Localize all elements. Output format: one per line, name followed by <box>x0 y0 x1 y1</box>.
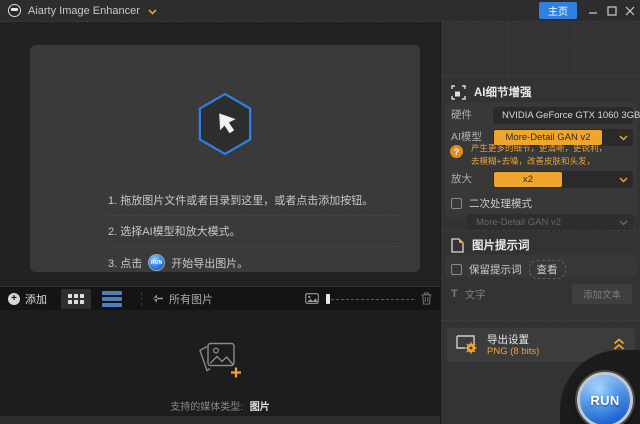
keep-prompt-label: 保留提示词 <box>469 262 522 277</box>
section-separator <box>441 320 640 321</box>
hardware-label: 硬件 <box>451 107 472 124</box>
text-icon: T <box>451 288 458 300</box>
panel-top-empty <box>441 22 640 77</box>
add-button[interactable]: + 添加 <box>0 287 55 310</box>
ai-enhance-section-header: AI细节增强 <box>451 84 532 100</box>
list-view-icon <box>102 291 122 307</box>
thumbnail-size-slider[interactable] <box>326 294 414 304</box>
maximize-button[interactable] <box>603 0 621 22</box>
export-settings-title: 导出设置 <box>487 332 529 347</box>
scale-label: 放大 <box>451 171 472 188</box>
instruction-step-3-before: 3. 点击 <box>108 255 142 271</box>
slider-track <box>326 299 414 300</box>
second-pass-model-value: More-Detail GAN v2 <box>467 217 561 228</box>
scale-dropdown[interactable]: x2 <box>493 171 633 188</box>
titlebar: Aiarty Image Enhancer 主页 <box>0 0 640 22</box>
grid-view-button[interactable] <box>61 289 91 309</box>
trash-icon[interactable] <box>421 292 432 305</box>
add-text-button[interactable]: 添加文本 <box>572 284 632 304</box>
supported-media-status: 支持的媒体类型: 图片 <box>0 398 440 413</box>
model-hint: 产生更多的细节，更清晰，更锐利， 去模糊+去噪，改善皮肤和头发， <box>471 142 607 168</box>
hardware-dropdown[interactable]: NVIDIA GeForce GTX 1060 3GB <box>493 107 633 124</box>
second-pass-checkbox-row[interactable]: 二次处理模式 <box>451 196 532 211</box>
second-pass-model-dropdown: More-Detail GAN v2 <box>467 214 633 231</box>
supported-media-value: 图片 <box>250 402 270 413</box>
checkbox-icon[interactable] <box>451 264 462 275</box>
chevron-down-icon[interactable] <box>148 2 157 20</box>
image-drop-zone[interactable]: 1. 拖放图片文件或者目录到这里，或者点击添加按钮。 2. 选择AI模型和放大模… <box>30 45 420 272</box>
prompt-section-title: 图片提示词 <box>472 237 530 253</box>
model-hint-line1: 产生更多的细节，更清晰，更锐利， <box>471 142 607 155</box>
text-row: T 文字 添加文本 <box>451 284 632 304</box>
app-logo-icon <box>8 4 21 17</box>
empty-images-icon <box>195 339 245 386</box>
run-mini-icon: RUN <box>148 254 165 271</box>
section-separator <box>441 230 640 231</box>
export-settings-icon <box>456 335 478 354</box>
plus-circle-icon: + <box>8 293 20 305</box>
prompt-section-header: 图片提示词 <box>451 237 530 253</box>
slider-handle[interactable] <box>326 294 330 304</box>
instruction-step-3-after: 开始导出图片。 <box>171 255 248 271</box>
all-images-button[interactable]: 所有图片 <box>152 291 213 307</box>
model-hint-line2: 去模糊+去噪，改善皮肤和头发， <box>471 155 607 168</box>
scale-value: x2 <box>494 172 562 187</box>
instructions: 1. 拖放图片文件或者目录到这里，或者点击添加按钮。 2. 选择AI模型和放大模… <box>108 185 400 278</box>
drop-hexagon-icon <box>196 91 254 162</box>
chevron-down-icon <box>619 220 633 226</box>
settings-panel: AI细节增强 硬件 NVIDIA GeForce GTX 1060 3GB AI… <box>440 22 640 424</box>
instruction-step-2: 2. 选择AI模型和放大模式。 <box>108 216 400 247</box>
main-area: 1. 拖放图片文件或者目录到这里，或者点击添加按钮。 2. 选择AI模型和放大模… <box>0 22 440 424</box>
export-format-value: PNG (8 bits) <box>487 346 539 357</box>
view-prompt-button[interactable]: 查看 <box>529 260 566 279</box>
minimize-button[interactable] <box>584 0 602 22</box>
grid-view-icon <box>68 294 84 304</box>
chevron-down-icon <box>619 135 633 141</box>
hardware-value: NVIDIA GeForce GTX 1060 3GB <box>493 110 640 121</box>
add-button-label: 添加 <box>25 291 47 307</box>
file-toolbar: + 添加 所有图片 <box>0 286 440 310</box>
toolbar-separator <box>141 292 142 306</box>
bottom-strip <box>0 416 440 424</box>
supported-media-label: 支持的媒体类型: <box>170 402 243 413</box>
app-title: Aiarty Image Enhancer <box>28 5 140 17</box>
all-images-label: 所有图片 <box>169 291 213 307</box>
home-button[interactable]: 主页 <box>539 2 577 19</box>
instruction-step-3: 3. 点击 RUN 开始导出图片。 <box>108 247 400 278</box>
chevron-down-icon <box>619 177 633 183</box>
ai-enhance-icon <box>451 85 466 100</box>
instruction-step-1: 1. 拖放图片文件或者目录到这里，或者点击添加按钮。 <box>108 185 400 216</box>
list-view-button[interactable] <box>97 289 127 309</box>
keep-prompt-checkbox-row[interactable]: 保留提示词 查看 <box>451 260 566 279</box>
document-icon <box>451 238 464 253</box>
help-icon[interactable]: ? <box>450 145 463 158</box>
run-button[interactable]: RUN <box>577 372 633 424</box>
second-pass-label: 二次处理模式 <box>469 196 532 211</box>
checkbox-icon[interactable] <box>451 198 462 209</box>
arrow-left-icon <box>152 294 163 303</box>
thumbnail-size-icon <box>305 293 319 304</box>
text-label: 文字 <box>465 287 486 302</box>
close-button[interactable] <box>621 0 639 22</box>
ai-enhance-section-title: AI细节增强 <box>474 84 532 100</box>
